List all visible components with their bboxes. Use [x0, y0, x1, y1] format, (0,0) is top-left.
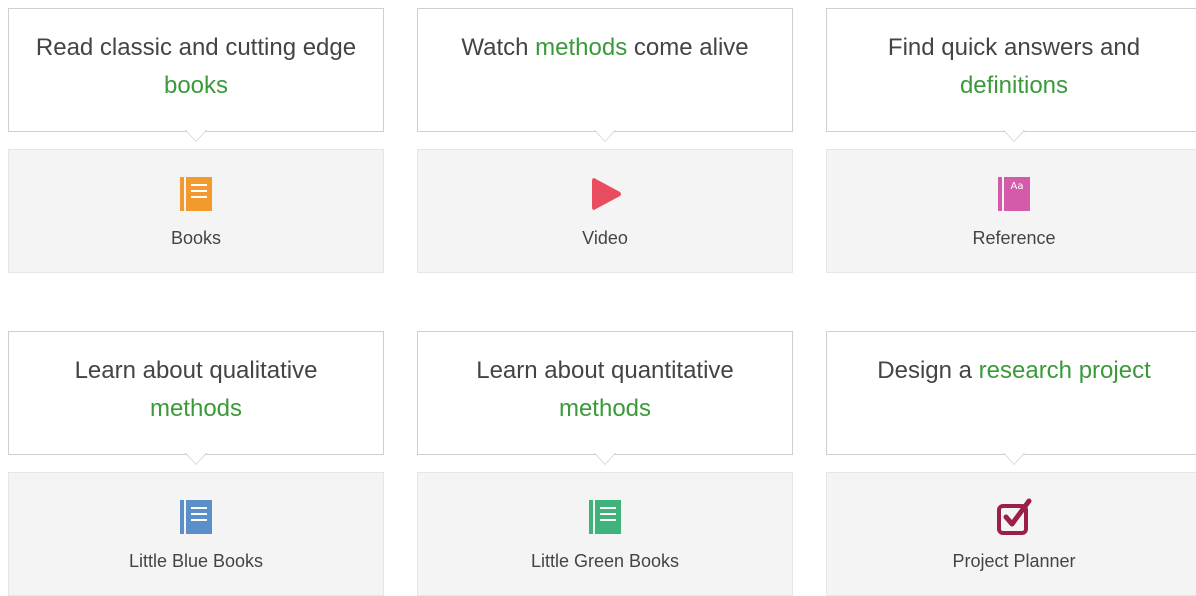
bubble-text: Learn about qualitative methods — [74, 357, 318, 422]
tile-label: Video — [582, 228, 628, 248]
tile-label: Reference — [972, 228, 1056, 248]
play-icon — [592, 178, 621, 210]
tile-video[interactable]: Video — [417, 149, 793, 273]
svg-text:Aa: Aa — [1011, 181, 1024, 192]
book-icon — [180, 177, 212, 211]
checkbox-icon — [997, 498, 1032, 535]
tile-label: Little Green Books — [530, 551, 680, 571]
bubble-text: Find quick answers and definitions — [887, 34, 1141, 99]
tile-label: Project Planner — [952, 551, 1076, 571]
description-bubble: Read classic and cutting edge books — [8, 8, 384, 132]
description-bubble: Design a research project — [826, 331, 1196, 455]
bubble-text: Design a research project — [877, 357, 1151, 384]
tile-label: Little Blue Books — [128, 551, 264, 571]
tile-reference[interactable]: Aa Reference — [826, 149, 1196, 273]
tile-project-planner[interactable]: Project Planner — [826, 472, 1196, 596]
book-icon — [180, 500, 212, 534]
tile-books[interactable]: Books — [8, 149, 384, 273]
highlight-text: books — [163, 72, 229, 99]
highlight-text: definitions — [959, 72, 1069, 99]
highlight-text: methods — [149, 395, 243, 422]
description-bubble: Learn about qualitative methods — [8, 331, 384, 455]
highlight-text: methods — [558, 395, 652, 422]
bubble-text: Watch methods come alive — [461, 34, 749, 61]
description-bubble: Learn about quantitative methods — [417, 331, 793, 455]
highlight-text: methods — [535, 34, 628, 61]
tile-little-green-books[interactable]: Little Green Books — [417, 472, 793, 596]
highlight-text: research project — [978, 357, 1151, 384]
tile-label: Books — [170, 228, 222, 248]
description-bubble: Watch methods come alive — [417, 8, 793, 132]
description-bubble: Find quick answers and definitions — [826, 8, 1196, 132]
bubble-text: Learn about quantitative methods — [476, 357, 734, 422]
book-icon — [589, 500, 621, 534]
bubble-text: Read classic and cutting edge books — [35, 34, 357, 99]
reference-book-icon: Aa — [998, 177, 1030, 211]
tile-little-blue-books[interactable]: Little Blue Books — [8, 472, 384, 596]
